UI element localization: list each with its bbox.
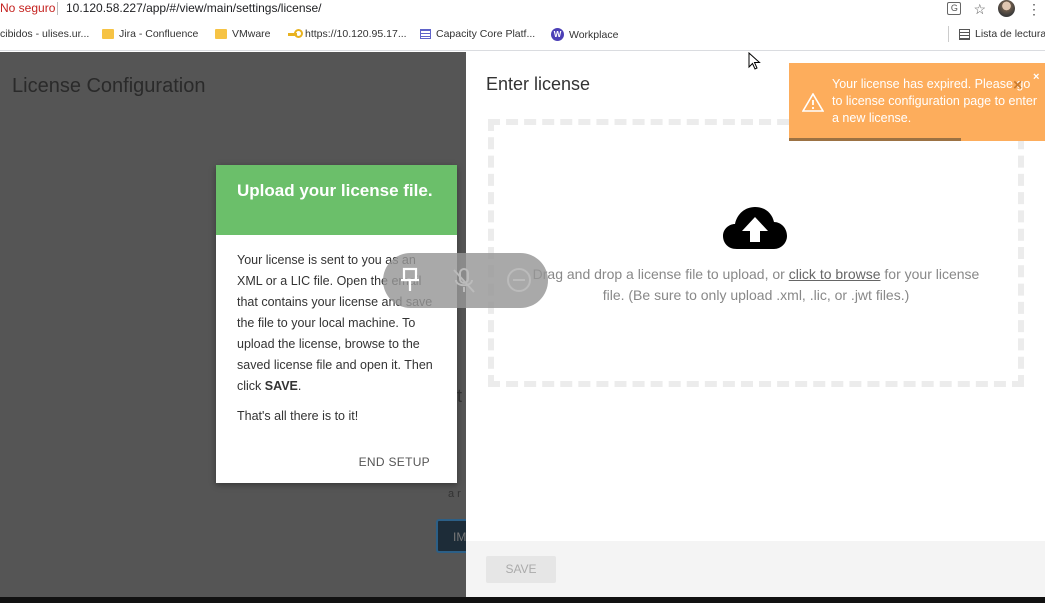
floating-controls-pill — [383, 253, 548, 308]
taskbar-edge — [0, 597, 1045, 603]
list-icon — [420, 29, 431, 39]
toast-dismiss-icon[interactable]: × — [1013, 77, 1022, 95]
panel-footer: SAVE — [466, 541, 1045, 597]
toast-message: Your license has expired. Please go to l… — [832, 77, 1037, 125]
tour-title: Upload your license file. — [216, 165, 457, 235]
cloud-upload-icon — [723, 207, 787, 249]
reading-list-button[interactable]: Lista de lectura — [959, 28, 1045, 40]
bookmark-star-icon[interactable]: ☆ — [973, 2, 986, 16]
tour-text-end: . — [297, 379, 302, 393]
profile-avatar-icon[interactable] — [998, 0, 1015, 17]
not-secure-label[interactable]: No seguro — [0, 1, 55, 15]
pin-icon[interactable] — [399, 267, 421, 293]
url-text[interactable]: 10.120.58.227/app/#/view/main/settings/l… — [66, 1, 322, 15]
end-setup-button[interactable]: END SETUP — [359, 455, 430, 469]
bookmark-item[interactable]: VMware — [215, 28, 271, 40]
mouse-cursor-icon — [748, 52, 761, 70]
key-icon — [288, 29, 303, 39]
browser-actions: G ☆ ⋮ — [947, 0, 1045, 17]
toast-progress-bar — [789, 138, 961, 141]
tour-save-emphasis: SAVE — [264, 379, 298, 393]
browse-link[interactable]: click to browse — [789, 266, 881, 282]
license-dropzone[interactable] — [488, 119, 1024, 387]
toast-close-icon[interactable]: × — [1033, 71, 1039, 83]
bookmarks-bar: cibidos - ulises.ur... Jira - Confluence… — [0, 17, 1045, 51]
folder-icon — [102, 29, 114, 39]
address-separator — [57, 2, 58, 15]
bookmark-label: VMware — [232, 28, 271, 40]
drop-text-pre: Drag and drop a license file to upload, … — [532, 266, 789, 282]
bookmark-item[interactable]: cibidos - ulises.ur... — [0, 28, 89, 40]
bookmark-item[interactable]: W Workplace — [551, 28, 618, 41]
minus-circle-icon[interactable] — [505, 267, 533, 295]
bookmark-label: Capacity Core Platf... — [436, 28, 536, 40]
dimmed-text-fragment: t — [457, 386, 463, 406]
warning-icon — [802, 93, 824, 112]
page-title: License Configuration — [12, 75, 206, 97]
license-expired-toast: Your license has expired. Please go to l… — [789, 63, 1045, 141]
bookmark-label: Jira - Confluence — [119, 28, 199, 40]
screen: No seguro 10.120.58.227/app/#/view/main/… — [0, 0, 1045, 603]
dimmed-text-fragment: a r — [448, 488, 461, 500]
dimmed-button-label: IM — [453, 530, 467, 544]
address-bar[interactable]: No seguro 10.120.58.227/app/#/view/main/… — [0, 0, 1045, 17]
panel-title: Enter license — [486, 74, 591, 94]
menu-kebab-icon[interactable]: ⋮ — [1027, 2, 1041, 16]
bookmark-label: cibidos - ulises.ur... — [0, 28, 90, 40]
reading-list-label: Lista de lectura — [975, 28, 1045, 40]
bookmark-item[interactable]: https://10.120.95.17... — [288, 28, 407, 40]
bookmark-item[interactable]: Capacity Core Platf... — [420, 28, 535, 40]
bookmark-label: Workplace — [569, 28, 619, 41]
tour-paragraph: That's all there is to it! — [237, 409, 359, 423]
mic-muted-icon[interactable] — [451, 267, 477, 295]
bookmark-label: https://10.120.95.17... — [305, 28, 407, 40]
reading-list-icon — [959, 28, 970, 40]
bookmark-item[interactable]: Jira - Confluence — [102, 28, 198, 40]
dropzone-instructions: Drag and drop a license file to upload, … — [526, 264, 986, 306]
folder-icon — [215, 29, 227, 39]
translate-icon[interactable]: G — [947, 2, 962, 15]
bookmarks-separator — [948, 26, 949, 42]
workplace-icon: W — [551, 28, 564, 41]
save-button[interactable]: SAVE — [486, 556, 556, 583]
setup-tour-card: Upload your license file. Your license i… — [216, 165, 457, 483]
